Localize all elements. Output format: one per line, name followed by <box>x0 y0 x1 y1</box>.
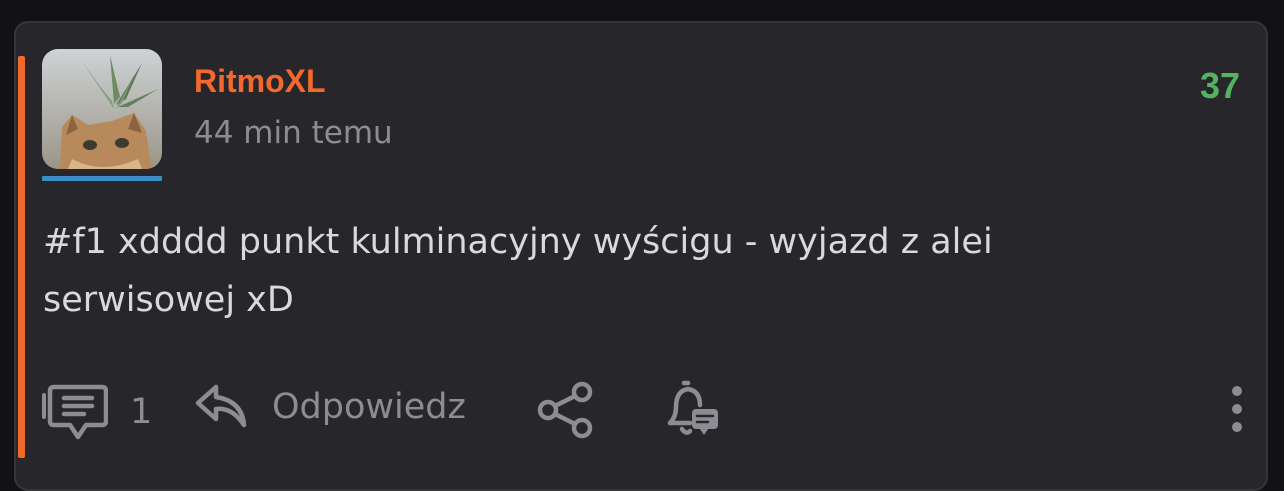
post-actions: 1 Odpowiedz <box>16 375 1266 445</box>
reply-icon <box>192 379 248 435</box>
notification-bell-icon <box>660 377 724 441</box>
more-options-icon <box>1224 381 1250 437</box>
post-content-line: #f1 xdddd punkt kulminacyjny wyścigu - w… <box>43 222 993 262</box>
share-button[interactable] <box>534 379 596 441</box>
reply-button[interactable]: Odpowiedz <box>192 379 466 435</box>
post-timestamp[interactable]: 44 min temu <box>194 115 393 151</box>
username[interactable]: RitmoXL <box>194 63 326 100</box>
share-icon <box>534 379 596 441</box>
more-options-button[interactable] <box>1224 381 1250 437</box>
post-card: RitmoXL 44 min temu 37 #f1 xdddd punkt k… <box>14 21 1268 491</box>
post-content-line: serwisowej xD <box>43 280 294 320</box>
vote-score[interactable]: 37 <box>1200 65 1240 107</box>
avatar-underline <box>42 176 162 181</box>
post-content: #f1 xdddd punkt kulminacyjny wyścigu - w… <box>43 213 1143 329</box>
comment-icon <box>42 381 108 443</box>
comments-button[interactable]: 1 <box>42 381 152 443</box>
comments-count: 1 <box>130 392 153 432</box>
avatar[interactable] <box>42 49 162 169</box>
reply-label: Odpowiedz <box>272 387 466 427</box>
notification-button[interactable] <box>660 377 724 441</box>
